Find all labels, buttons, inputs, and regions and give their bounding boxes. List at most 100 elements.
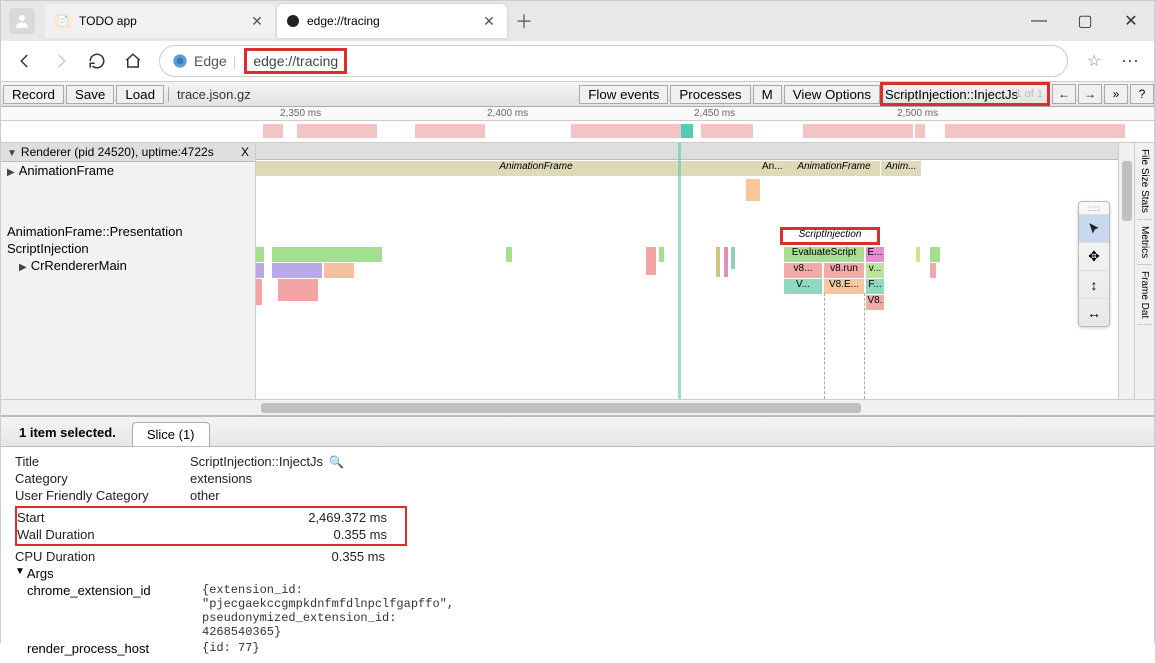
search-box-highlight: 1 of 1	[880, 82, 1050, 106]
pointer-tool-icon[interactable]	[1079, 214, 1109, 242]
favorite-star-icon[interactable]: ☆	[1076, 43, 1112, 79]
close-window-button[interactable]: ✕	[1108, 1, 1154, 41]
event-v-short[interactable]: v...	[866, 263, 884, 278]
drag-grip-icon[interactable]: ::::::	[1079, 202, 1109, 214]
trace-filename: trace.json.gz	[168, 87, 259, 102]
process-header[interactable]: ▼Renderer (pid 24520), uptime:4722s X	[1, 143, 255, 162]
site-identity: Edge |	[172, 53, 236, 69]
view-options-button[interactable]: View Options	[784, 85, 880, 104]
timeline-ruler: 2,350 ms 2,400 ms 2,450 ms 2,500 ms	[1, 107, 1154, 121]
detail-key-title: Title	[15, 454, 190, 469]
close-icon[interactable]: ✕	[481, 13, 497, 29]
detail-val-wall: 0.355 ms	[192, 527, 387, 542]
tab-title: TODO app	[79, 14, 249, 28]
ruler-tick: 2,400 ms	[487, 108, 528, 119]
address-bar[interactable]: Edge | edge://tracing	[159, 45, 1068, 77]
trace-area: ▼Renderer (pid 24520), uptime:4722s X ▶A…	[1, 143, 1154, 399]
side-tab-file-size[interactable]: File Size Stats	[1137, 143, 1152, 220]
event-v-cap[interactable]: V...	[784, 279, 822, 294]
track-label[interactable]: ▶AnimationFrame	[1, 162, 255, 179]
processes-button[interactable]: Processes	[670, 85, 750, 104]
trace-canvas[interactable]: AnimationFrame An... AnimationFrame Anim…	[256, 143, 1154, 399]
address-bar-row: Edge | edge://tracing ☆ ⋯	[1, 41, 1154, 81]
overflow-button[interactable]: »	[1104, 84, 1128, 104]
event-e-short[interactable]: E...	[866, 247, 884, 262]
detail-val-cpu: 0.355 ms	[190, 549, 385, 564]
minimize-button[interactable]: ―	[1016, 1, 1062, 41]
event-v8-bottom[interactable]: V8.	[866, 295, 884, 310]
record-button[interactable]: Record	[3, 85, 64, 104]
side-tab-metrics[interactable]: Metrics	[1137, 220, 1152, 265]
refresh-button[interactable]	[79, 43, 115, 79]
track-label[interactable]: ScriptInjection	[1, 240, 255, 257]
detail-val-title: ScriptInjection::InjectJs	[190, 454, 323, 469]
maximize-button[interactable]: ▢	[1062, 1, 1108, 41]
event-animation-frame[interactable]: AnimationFrame	[788, 161, 880, 176]
search-prev-button[interactable]: ←	[1052, 84, 1076, 104]
navigation-tool-panel[interactable]: :::::: ✥ ↕ ↔	[1078, 201, 1110, 327]
tab-title: edge://tracing	[307, 14, 481, 28]
detail-val-category: extensions	[190, 471, 252, 486]
side-tabs: File Size Stats Metrics Frame Dat	[1134, 143, 1154, 399]
args-val-ext-id: {extension_id: "pjecgaekccgmpkdnfmfdlnpc…	[202, 583, 454, 639]
slice-tab[interactable]: Slice (1)	[132, 422, 210, 446]
url-text: edge://tracing	[244, 48, 347, 74]
collapse-x-button[interactable]: X	[241, 145, 249, 159]
detail-val-start: 2,469.372 ms	[192, 510, 387, 525]
flow-events-button[interactable]: Flow events	[579, 85, 668, 104]
detail-key-ufc: User Friendly Category	[15, 488, 190, 503]
event-v8-e[interactable]: V8.E...	[824, 279, 864, 294]
timing-tool-icon[interactable]: ↔	[1079, 298, 1109, 326]
timing-highlight: Start2,469.372 ms Wall Duration0.355 ms	[15, 506, 407, 546]
new-tab-button[interactable]: ＋	[509, 6, 539, 36]
search-result-count: 1 of 1	[1015, 88, 1043, 100]
help-button[interactable]: ?	[1130, 84, 1154, 104]
ruler-tick: 2,350 ms	[280, 108, 321, 119]
details-panel: 1 item selected. Slice (1) TitleScriptIn…	[1, 415, 1154, 663]
forward-button	[43, 43, 79, 79]
event-evaluate-script[interactable]: EvaluateScript	[784, 247, 864, 262]
selection-count: 1 item selected.	[9, 419, 126, 446]
detail-key-category: Category	[15, 471, 190, 486]
search-icon[interactable]: 🔍	[329, 455, 344, 469]
tracing-toolbar: Record Save Load trace.json.gz Flow even…	[1, 81, 1154, 107]
close-icon[interactable]: ✕	[249, 13, 265, 29]
event-animation-frame-short2[interactable]: Anim...	[881, 161, 921, 176]
settings-more-icon[interactable]: ⋯	[1112, 43, 1148, 79]
event-animation-frame[interactable]: AnimationFrame	[256, 161, 816, 176]
horizontal-scrollbar[interactable]	[1, 399, 1154, 415]
tab-favicon-todo: 📄	[55, 13, 71, 29]
side-tab-frame-data[interactable]: Frame Dat	[1137, 265, 1152, 325]
home-button[interactable]	[115, 43, 151, 79]
track-label[interactable]: ▶CrRendererMain	[1, 257, 255, 274]
event-v8-left[interactable]: v8...	[784, 263, 822, 278]
search-next-button[interactable]: →	[1078, 84, 1102, 104]
event-animation-frame-short[interactable]: An...	[761, 161, 783, 176]
event-script-injection[interactable]: ScriptInjection	[784, 229, 876, 244]
event-f-short[interactable]: F...	[866, 279, 884, 294]
track-label[interactable]: AnimationFrame::Presentation	[1, 223, 255, 240]
vertical-scrollbar[interactable]	[1118, 143, 1134, 399]
args-toggle-icon[interactable]: ▼	[15, 566, 25, 581]
pan-tool-icon[interactable]: ✥	[1079, 242, 1109, 270]
back-button[interactable]	[7, 43, 43, 79]
detail-key-start: Start	[17, 510, 192, 525]
profile-avatar[interactable]	[9, 8, 35, 34]
timeline-overview[interactable]	[1, 121, 1154, 143]
window-titlebar: 📄 TODO app ✕ edge://tracing ✕ ＋ ― ▢ ✕	[1, 1, 1154, 41]
m-button[interactable]: M	[753, 85, 782, 104]
detail-key-wall: Wall Duration	[17, 527, 192, 542]
ruler-tick: 2,450 ms	[694, 108, 735, 119]
event-v8-run[interactable]: v8.run	[824, 263, 864, 278]
zoom-tool-icon[interactable]: ↕	[1079, 270, 1109, 298]
args-key-ext-id: chrome_extension_id	[27, 583, 202, 598]
args-label: Args	[27, 566, 54, 581]
browser-tab-tracing[interactable]: edge://tracing ✕	[277, 4, 507, 38]
load-button[interactable]: Load	[116, 85, 164, 104]
ruler-tick: 2,500 ms	[897, 108, 938, 119]
detail-key-cpu: CPU Duration	[15, 549, 190, 564]
trace-label-column: ▼Renderer (pid 24520), uptime:4722s X ▶A…	[1, 143, 256, 399]
save-button[interactable]: Save	[66, 85, 114, 104]
browser-tab-todo[interactable]: 📄 TODO app ✕	[45, 4, 275, 38]
args-val-rph: {id: 77}	[202, 641, 260, 655]
